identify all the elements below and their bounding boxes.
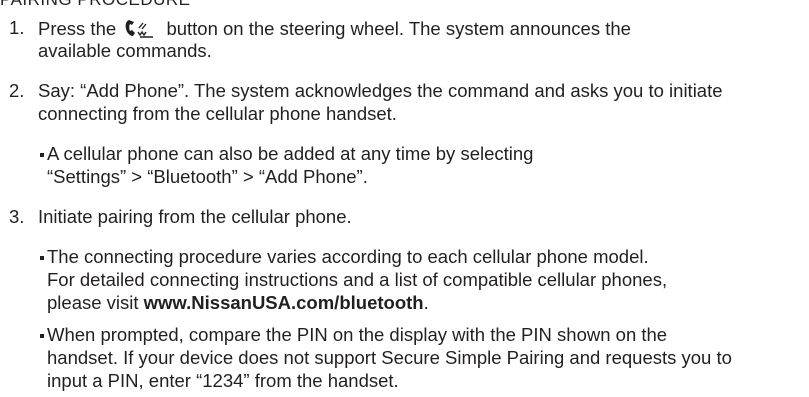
step-3-bullet-2-line-2: handset. If your device does not support… — [47, 347, 732, 368]
step-2-line-2: connecting from the cellular phone hands… — [38, 103, 397, 124]
step-3-bullet-1-line-2: For detailed connecting instructions and… — [47, 269, 668, 290]
step-3-bullet-1-line-1: The connecting procedure varies accordin… — [47, 246, 649, 267]
step-3-number: 3. — [9, 206, 25, 227]
step-2-bullet-1-line-2: “Settings” > “Bluetooth” > “Add Phone”. — [47, 166, 368, 187]
step-2-bullet-1-marker — [40, 153, 44, 157]
nissan-bluetooth-link[interactable]: www.NissanUSA.com/bluetooth — [144, 292, 424, 313]
step-3-bullet-2-line-3: input a PIN, enter “1234” from the hands… — [47, 370, 399, 391]
step-2-bullet-1-line-1: A cellular phone can also be added at an… — [47, 143, 534, 164]
step-3-bullet-2-line-1: When prompted, compare the PIN on the di… — [47, 324, 668, 345]
step-1-text-before: Press the — [38, 18, 117, 39]
step-3-bullet-1-line-3: please visit www.NissanUSA.com/bluetooth… — [47, 292, 429, 314]
step-2-line-1: Say: “Add Phone”. The system acknowledge… — [38, 80, 723, 101]
heading: PAIRING PROCEDURE — [0, 0, 191, 9]
step-3-line-1: Initiate pairing from the cellular phone… — [38, 206, 352, 227]
step-3-bullet-1-marker — [40, 256, 44, 260]
step-1-number: 1. — [9, 17, 25, 38]
step-2-number: 2. — [9, 80, 25, 101]
step-1-text-after: button on the steering wheel. The system… — [166, 18, 631, 39]
step-3-visit-text: please visit — [47, 292, 139, 313]
step-3-bullet-2-marker — [40, 334, 44, 338]
step-3-visit-period: . — [423, 292, 429, 313]
step-1-line-2: available commands. — [38, 40, 212, 61]
